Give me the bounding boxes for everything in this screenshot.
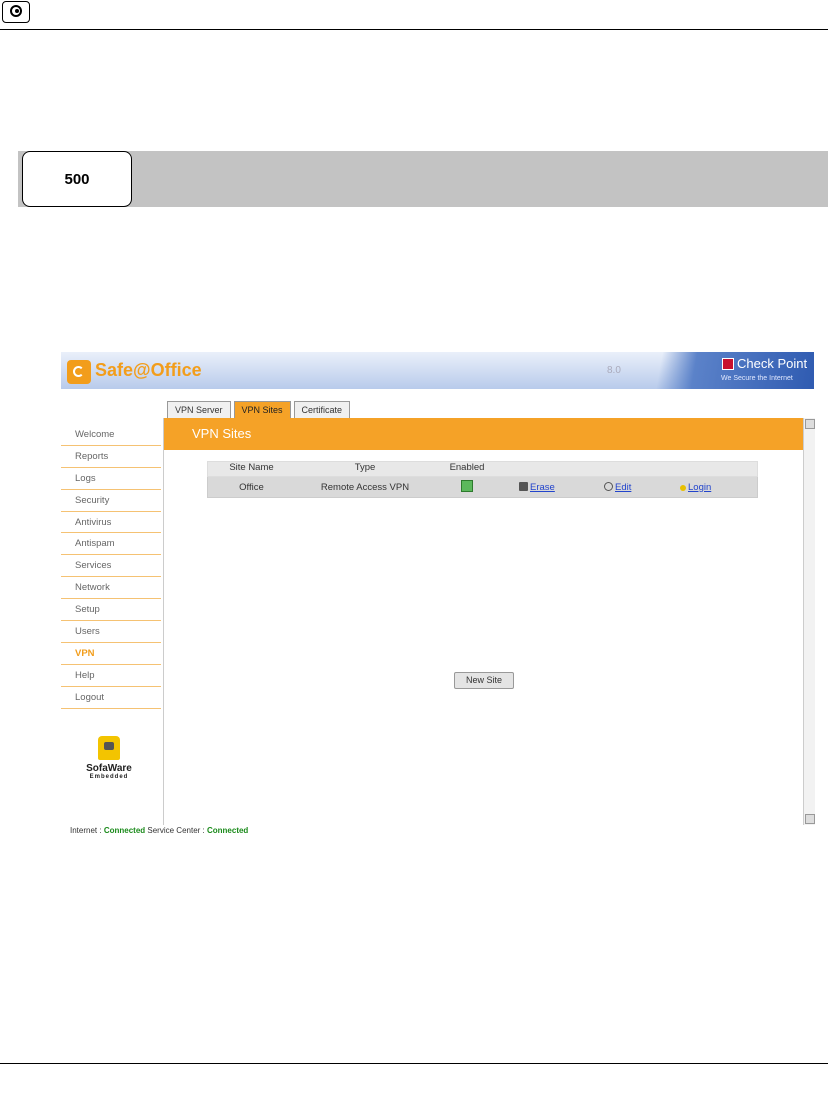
scrollbar[interactable] [803,418,815,825]
vpn-sites-table: Site Name Type Enabled Office Remote Acc… [207,461,758,498]
sidebar: Welcome Reports Logs Security Antivirus … [61,424,161,709]
site-name-cell: Office [239,481,264,493]
content-header: VPN Sites [164,418,804,450]
sidebar-item-logs[interactable]: Logs [61,468,161,490]
tab-vpn-server[interactable]: VPN Server [167,401,231,418]
scroll-up-arrow-icon[interactable] [805,419,815,429]
safe-office-logo-icon [67,360,91,384]
edit-link[interactable]: Edit [615,482,631,493]
page-title: VPN Sites [192,426,252,441]
vendor-tagline: We Secure the Internet [721,375,793,382]
sidebar-item-network[interactable]: Network [61,577,161,600]
sidebar-item-security[interactable]: Security [61,490,161,512]
login-cell: Login [672,482,752,493]
sidebar-item-services[interactable]: Services [61,555,161,578]
trash-icon [519,481,528,491]
table-row: Office Remote Access VPN Erase Edit Logi… [207,477,758,498]
internet-label: Internet : [70,826,102,835]
enabled-check-icon[interactable] [461,479,473,492]
sidebar-item-setup[interactable]: Setup [61,599,161,622]
version-text: 8.0 [607,365,621,376]
pencil-icon [604,481,613,491]
login-link[interactable]: Login [688,482,711,493]
tab-vpn-sites[interactable]: VPN Sites [233,401,291,418]
service-center-label: Service Center : [147,826,205,835]
top-rule [0,29,828,30]
vendor-name: Check Point [737,356,808,371]
model-tab: 500 [22,151,132,207]
table-header: Site Name Type Enabled [207,461,758,477]
checkpoint-logo-icon [722,358,734,370]
new-site-button[interactable]: New Site [454,672,514,689]
header-type: Type [354,462,376,473]
sidebar-item-antispam[interactable]: Antispam [61,533,161,556]
tab-bar: VPN Server VPN Sites Certificate [167,401,351,418]
sidebar-item-antivirus[interactable]: Antivirus [61,512,161,534]
sidebar-item-vpn[interactable]: VPN [61,643,161,665]
app-screenshot: Safe@Office 8.0 Check Point We Secure th… [61,352,815,837]
sofaware-logo: SofaWare Embedded [79,736,139,780]
enabled-cell [435,479,499,495]
status-bar: Internet : Connected Service Center : Co… [70,826,248,835]
edit-cell: Edit [594,481,672,493]
content-panel: VPN Sites Site Name Type Enabled Office … [163,418,804,825]
internet-status: Connected [103,826,146,835]
erase-cell: Erase [499,481,594,493]
tab-certificate[interactable]: Certificate [293,401,351,418]
model-band [18,151,828,207]
sidebar-item-welcome[interactable]: Welcome [61,424,161,446]
sofaware-sofa-icon [98,736,120,760]
sofaware-name: SofaWare [86,763,132,774]
document-icon [2,1,30,23]
sofaware-sub: Embedded [89,774,129,780]
header-enabled: Enabled [449,462,485,473]
sidebar-item-help[interactable]: Help [61,665,161,687]
sidebar-item-users[interactable]: Users [61,621,161,643]
header-site-name: Site Name [229,462,274,473]
scroll-down-arrow-icon[interactable] [805,814,815,824]
sidebar-item-reports[interactable]: Reports [61,446,161,468]
top-bar: Safe@Office 8.0 Check Point We Secure th… [61,352,814,389]
erase-link[interactable]: Erase [530,482,555,493]
type-cell: Remote Access VPN [320,481,410,493]
sidebar-item-logout[interactable]: Logout [61,687,161,709]
service-center-status: Connected [206,826,249,835]
brand-name: Safe@Office [95,360,202,380]
bottom-rule [0,1063,828,1064]
key-icon [680,484,686,491]
